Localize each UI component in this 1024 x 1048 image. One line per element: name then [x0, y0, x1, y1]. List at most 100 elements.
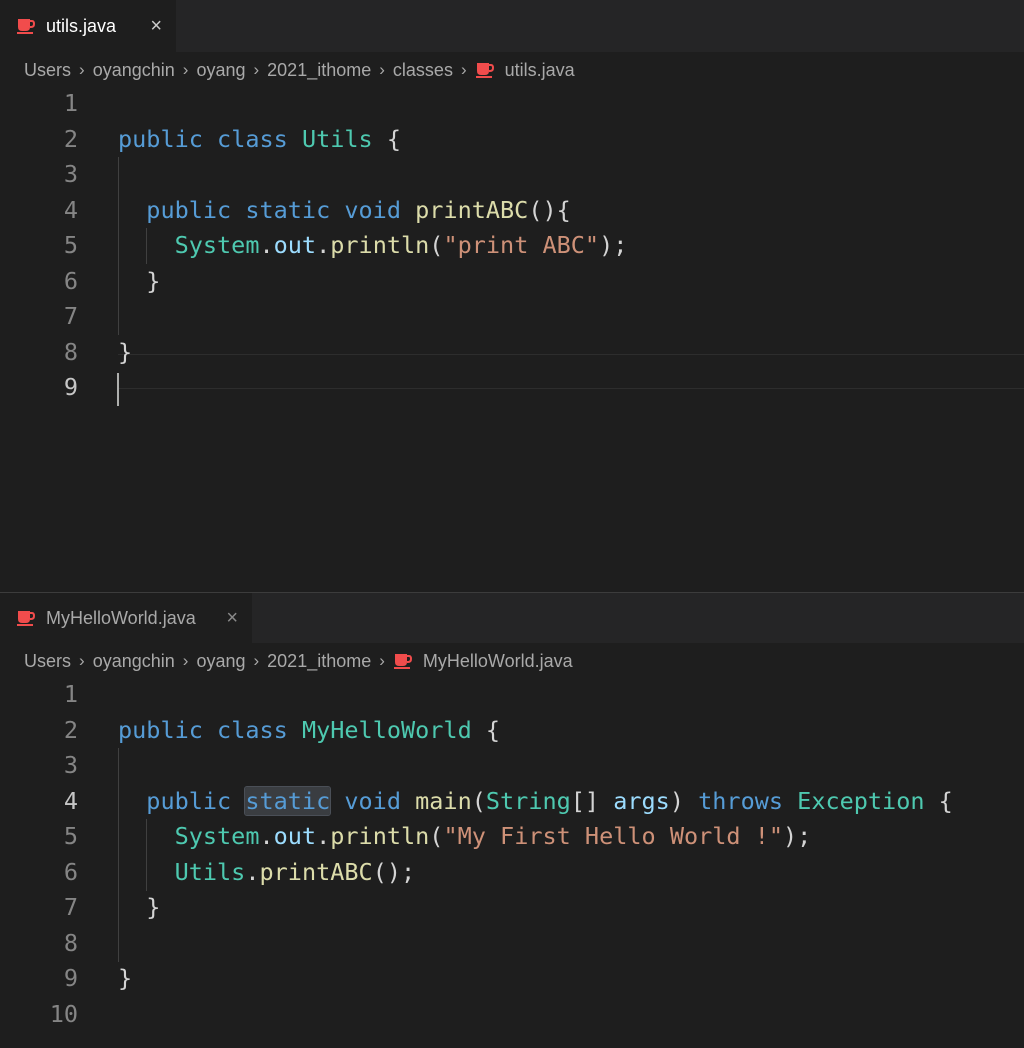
keyword: void: [344, 786, 401, 815]
keyword: public: [118, 715, 203, 744]
field-name: out: [273, 822, 317, 850]
method-name: println: [330, 822, 430, 850]
punctuation: .: [259, 822, 274, 850]
tab-utils-java[interactable]: utils.java ×: [0, 0, 176, 52]
code-line: 1: [0, 677, 1024, 713]
java-coffee-icon: [393, 652, 413, 670]
punctuation: .: [259, 231, 274, 259]
editor-group-top: utils.java × Users › oyangchin › oyang ›…: [0, 0, 1024, 592]
breadcrumb: Users › oyangchin › oyang › 2021_ithome …: [24, 52, 575, 88]
line-number: 8: [63, 928, 78, 957]
punctuation: }: [146, 893, 161, 921]
punctuation: }: [118, 337, 133, 366]
code-line: 2 public class Utils {: [0, 122, 1024, 158]
code-line: 6 }: [0, 264, 1024, 300]
keyword: class: [217, 715, 288, 744]
close-icon[interactable]: ×: [226, 608, 238, 628]
line-number: 2: [63, 715, 78, 744]
code-line: 4 public static void printABC(){: [0, 193, 1024, 229]
class-name: Exception: [797, 786, 925, 815]
breadcrumb-item[interactable]: 2021_ithome: [267, 651, 371, 672]
breadcrumb-item[interactable]: classes: [393, 60, 453, 81]
code-line: 9: [0, 370, 1024, 406]
punctuation: (: [471, 786, 486, 815]
punctuation: {: [372, 124, 401, 153]
line-number-active: 4: [63, 786, 78, 815]
class-name: System: [174, 822, 260, 850]
line-number: 2: [63, 124, 78, 153]
class-name: MyHelloWorld: [301, 715, 472, 744]
punctuation: (){: [528, 195, 571, 224]
line-number-active: 9: [63, 373, 78, 401]
line-number: 5: [63, 822, 78, 850]
keyword: public: [146, 786, 232, 815]
punctuation: (: [429, 822, 444, 850]
tab-label: MyHelloWorld.java: [46, 607, 196, 628]
code-line: 3: [0, 748, 1024, 784]
breadcrumb-item[interactable]: oyang: [196, 651, 245, 672]
line-number: 5: [63, 231, 78, 259]
breadcrumb-item[interactable]: Users: [24, 651, 71, 672]
tab-bar: MyHelloWorld.java ×: [0, 593, 1024, 643]
chevron-right-icon: ›: [253, 651, 260, 670]
punctuation: }: [146, 266, 161, 295]
parameter-name: args: [613, 786, 670, 815]
code-line: 5 System.out.println("My First Hello Wor…: [0, 819, 1024, 855]
tab-label: utils.java: [46, 15, 117, 36]
method-name: main: [415, 786, 472, 815]
class-name: String: [485, 786, 571, 815]
chevron-right-icon: ›: [379, 60, 385, 79]
line-number: 1: [63, 89, 78, 117]
chevron-right-icon: ›: [79, 651, 85, 670]
string-literal: "My First Hello World !": [443, 822, 784, 850]
keyword-highlighted: static: [244, 785, 332, 816]
code-editor[interactable]: 1 2 public class Utils { 3 4 public stati…: [0, 86, 1024, 406]
keyword: static: [245, 195, 331, 224]
keyword: public: [118, 124, 203, 153]
code-line: 8: [0, 926, 1024, 962]
line-number: 6: [63, 266, 78, 295]
code-line: 1: [0, 86, 1024, 122]
punctuation: .: [245, 857, 260, 886]
breadcrumb: Users › oyangchin › oyang › 2021_ithome …: [24, 643, 573, 679]
breadcrumb-item[interactable]: oyang: [196, 60, 245, 81]
chevron-right-icon: ›: [379, 651, 385, 670]
line-number: 8: [63, 337, 78, 366]
line-number: 10: [49, 999, 78, 1028]
code-line: 10: [0, 997, 1024, 1033]
class-name: Utils: [174, 857, 246, 886]
editor-group-bottom: MyHelloWorld.java × Users › oyangchin › …: [0, 592, 1024, 1048]
punctuation: {: [471, 715, 501, 744]
line-number: 1: [63, 680, 78, 708]
keyword: public: [146, 195, 232, 224]
code-editor[interactable]: 1 2 public class MyHelloWorld { 3 4 publi…: [0, 677, 1024, 1032]
keyword: class: [217, 124, 288, 153]
code-line: 5 System.out.println("print ABC");: [0, 228, 1024, 264]
line-number: 9: [63, 964, 78, 992]
breadcrumb-item[interactable]: 2021_ithome: [267, 60, 371, 81]
breadcrumb-item[interactable]: oyangchin: [93, 651, 175, 672]
breadcrumb-item[interactable]: oyangchin: [93, 60, 175, 81]
line-number: 7: [63, 893, 78, 921]
close-icon[interactable]: ×: [150, 16, 162, 36]
breadcrumb-item[interactable]: Users: [24, 60, 71, 81]
line-number: 3: [63, 751, 78, 779]
punctuation: ();: [372, 857, 416, 886]
code-line: 9}: [0, 961, 1024, 997]
chevron-right-icon: ›: [182, 651, 189, 670]
method-name: println: [330, 231, 430, 259]
breadcrumb-item-file[interactable]: MyHelloWorld.java: [423, 651, 573, 672]
method-name: printABC: [415, 195, 529, 224]
breadcrumb-item-file[interactable]: utils.java: [505, 60, 575, 81]
punctuation: );: [783, 822, 812, 850]
code-line: 7: [0, 299, 1024, 335]
punctuation: (: [429, 231, 444, 259]
tab-myhelloworld-java[interactable]: MyHelloWorld.java ×: [0, 593, 252, 643]
code-line: 8}: [0, 335, 1024, 371]
method-name: printABC: [259, 857, 373, 886]
field-name: out: [273, 231, 317, 259]
punctuation: }: [118, 964, 133, 992]
java-coffee-icon: [16, 17, 36, 35]
punctuation: {: [924, 786, 953, 815]
punctuation: .: [316, 231, 331, 259]
